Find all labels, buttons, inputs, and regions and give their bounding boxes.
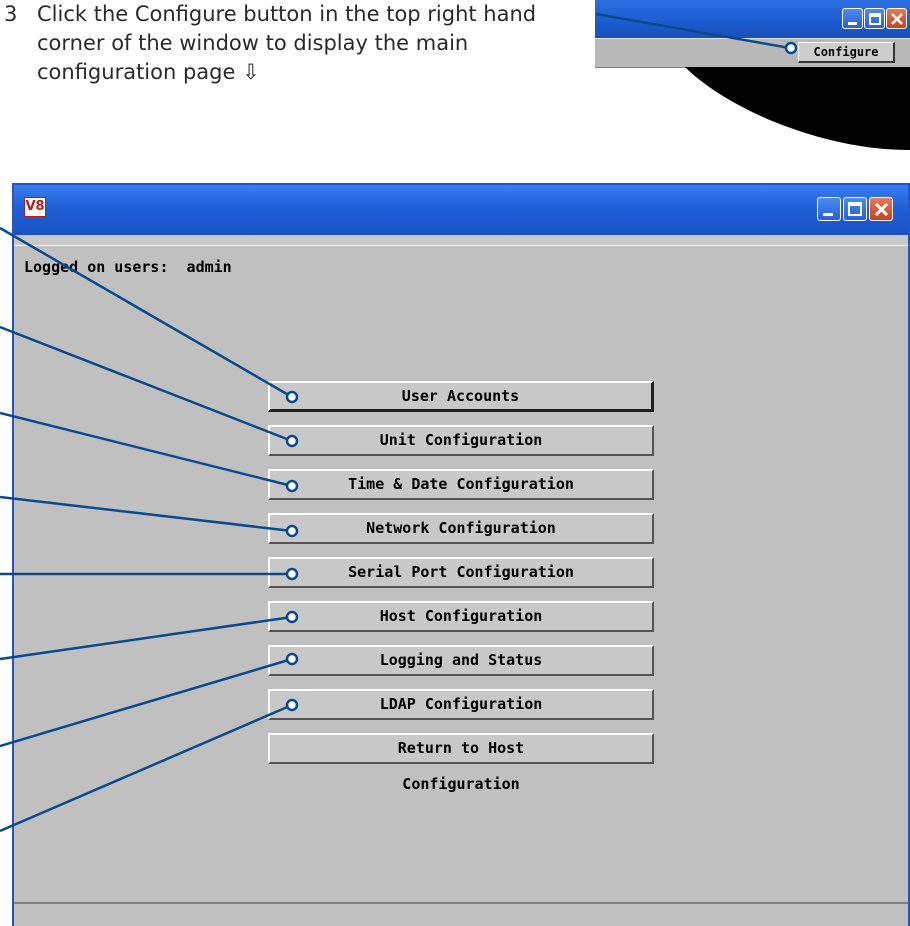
serial-port-configuration-button[interactable]: Serial Port Configuration bbox=[268, 557, 654, 588]
status-bar bbox=[14, 902, 908, 926]
network-configuration-button[interactable]: Network Configuration bbox=[268, 513, 654, 544]
close-button[interactable] bbox=[869, 197, 893, 221]
unit-configuration-button[interactable]: Unit Configuration bbox=[268, 425, 654, 456]
menu-strip bbox=[14, 235, 908, 246]
page-label: Configuration bbox=[402, 775, 520, 793]
host-configuration-button[interactable]: Host Configuration bbox=[268, 601, 654, 632]
window-titlebar: V8 bbox=[14, 185, 908, 235]
ldap-configuration-button[interactable]: LDAP Configuration bbox=[268, 689, 654, 720]
zoomed-corner-inset bbox=[595, 0, 910, 150]
minimize-button[interactable] bbox=[817, 197, 841, 221]
inset-shadow-shape bbox=[685, 67, 910, 150]
user-accounts-button[interactable]: User Accounts bbox=[268, 381, 654, 412]
configuration-window: V8 Logged on users: admin User Accounts U… bbox=[12, 183, 910, 926]
return-to-host-button[interactable]: Return to Host bbox=[268, 733, 654, 764]
logged-on-users: Logged on users: admin bbox=[24, 258, 232, 276]
time-date-configuration-button[interactable]: Time & Date Configuration bbox=[268, 469, 654, 500]
step-text: Click the Configure button in the top ri… bbox=[37, 2, 537, 84]
maximize-button[interactable] bbox=[843, 197, 867, 221]
step-number: 3 bbox=[4, 2, 18, 26]
configure-button[interactable]: Configure bbox=[798, 42, 895, 63]
logging-and-status-button[interactable]: Logging and Status bbox=[268, 645, 654, 676]
app-logo: V8 bbox=[24, 197, 46, 217]
